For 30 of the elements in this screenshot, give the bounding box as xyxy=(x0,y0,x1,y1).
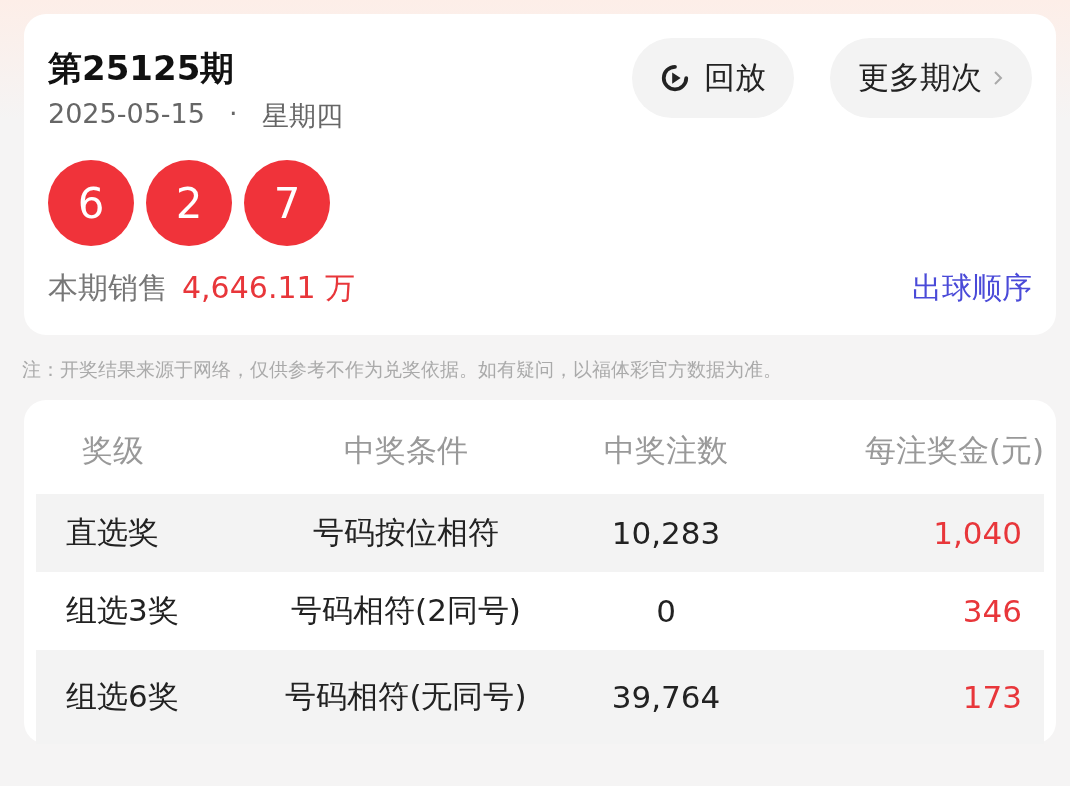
sales-label: 本期销售 xyxy=(48,269,168,307)
table-cell-text: 1,040 xyxy=(932,515,1023,551)
table-cell-text: 号码相符(无同号) xyxy=(284,677,528,716)
table-cell-text: 10,283 xyxy=(610,515,722,551)
table-cell-text: 0 xyxy=(655,593,677,629)
replay-button[interactable]: 回放 xyxy=(632,38,794,118)
table-cell-text: 号码按位相符 xyxy=(312,513,500,552)
column-header: 中奖注数 xyxy=(603,431,729,470)
issue-title: 第25125期 xyxy=(48,47,236,90)
table-cell-text: 173 xyxy=(961,679,1023,715)
table-cell-text: 号码相符(2同号) xyxy=(290,591,522,630)
number-ball: 7 xyxy=(244,160,330,246)
table-cell-text: 直选奖 xyxy=(65,513,160,552)
number-ball: 6 xyxy=(48,160,134,246)
table-cell-text: 组选3奖 xyxy=(65,591,180,630)
column-header: 中奖条件 xyxy=(343,431,469,470)
sales-value: 4,646.11 万 xyxy=(182,269,356,307)
play-icon xyxy=(660,63,690,93)
separator-dot: · xyxy=(228,98,238,131)
draw-date: 2025-05-15 xyxy=(48,98,205,131)
column-header: 每注奖金(元) xyxy=(863,431,1044,470)
weekday: 星期四 xyxy=(261,99,343,133)
table-cell-text: 346 xyxy=(961,593,1023,629)
more-issues-button[interactable]: 更多期次 xyxy=(830,38,1032,118)
disclaimer-note: 注：开奖结果来源于网络，仅供参考不作为兑奖依据。如有疑问，以福体彩官方数据为准。 xyxy=(22,358,783,382)
table-cell-text: 组选6奖 xyxy=(65,677,180,716)
table-cell-text: 39,764 xyxy=(610,679,722,715)
column-header: 奖级 xyxy=(81,431,145,470)
ball-order-link[interactable]: 出球顺序 xyxy=(912,268,1032,309)
number-ball: 2 xyxy=(146,160,232,246)
